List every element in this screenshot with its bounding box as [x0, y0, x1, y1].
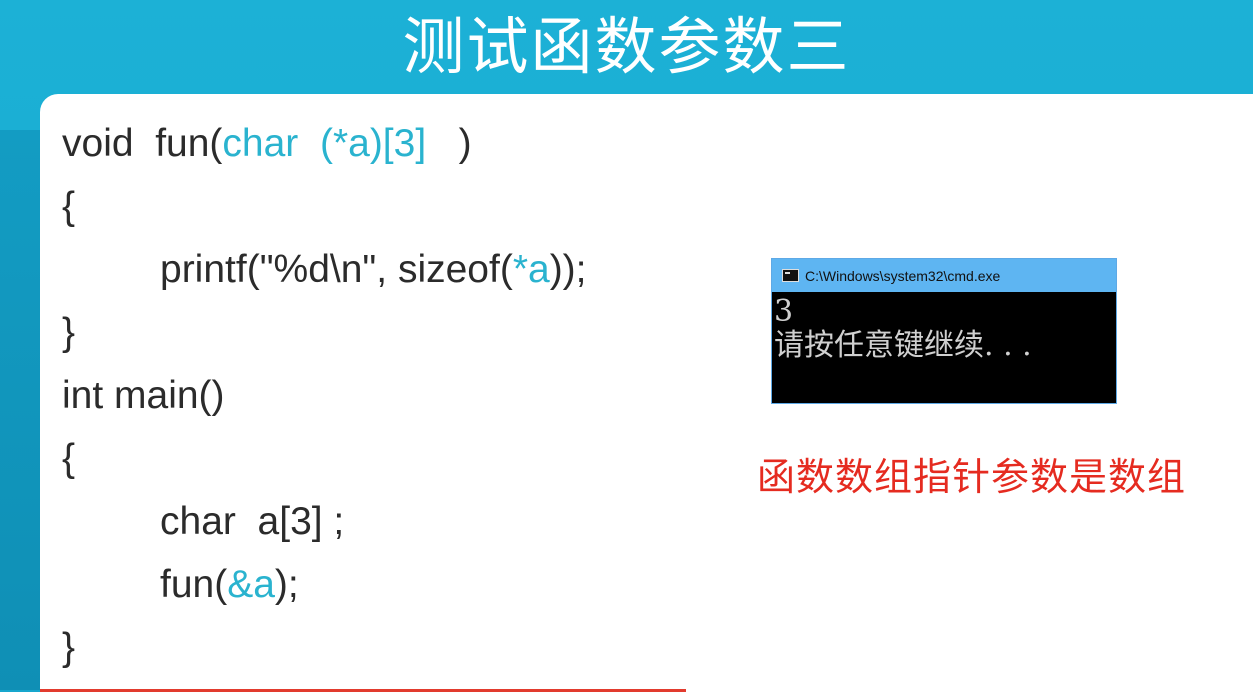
- console-titlebar: C:\Windows\system32\cmd.exe: [772, 259, 1116, 292]
- console-output: 3 请按任意键继续. . .: [772, 292, 1116, 363]
- code-text: ));: [549, 248, 587, 291]
- code-text: ): [426, 122, 472, 165]
- console-output-line-1: 3: [774, 294, 794, 329]
- code-text: printf("%d\n", sizeof(: [160, 248, 513, 291]
- code-line-9: }: [62, 626, 76, 669]
- code-line-1: void fun(char (*a)[3] ): [62, 112, 587, 175]
- code-highlight: &a: [227, 563, 275, 606]
- annotation-note: 函数数组指针参数是数组: [757, 455, 1187, 499]
- code-text: );: [274, 563, 299, 606]
- console-icon: [782, 269, 799, 282]
- code-line-2: {: [62, 185, 76, 228]
- code-line-8: fun(&a);: [62, 553, 587, 616]
- left-decorative-band: [0, 130, 40, 690]
- code-text: fun(: [160, 563, 228, 606]
- code-line-4: }: [62, 311, 76, 354]
- code-text: void fun(: [62, 122, 223, 165]
- slide: 测试函数参数三 void fun(char (*a)[3] ) { printf…: [0, 0, 1253, 692]
- code-block: void fun(char (*a)[3] ) { printf("%d\n",…: [62, 112, 587, 679]
- code-line-5: int main(): [62, 374, 225, 417]
- code-highlight: *a: [512, 248, 550, 291]
- slide-title: 测试函数参数三: [402, 10, 851, 83]
- console-window: C:\Windows\system32\cmd.exe 3 请按任意键继续. .…: [771, 258, 1117, 404]
- code-line-7: char a[3] ;: [160, 500, 345, 543]
- console-output-line-2: 请按任意键继续. . .: [774, 328, 1032, 363]
- code-line-3: printf("%d\n", sizeof(*a));: [62, 238, 587, 301]
- code-line-6: {: [62, 437, 76, 480]
- code-highlight: char (*a)[3]: [222, 122, 427, 165]
- console-title: C:\Windows\system32\cmd.exe: [805, 267, 1001, 284]
